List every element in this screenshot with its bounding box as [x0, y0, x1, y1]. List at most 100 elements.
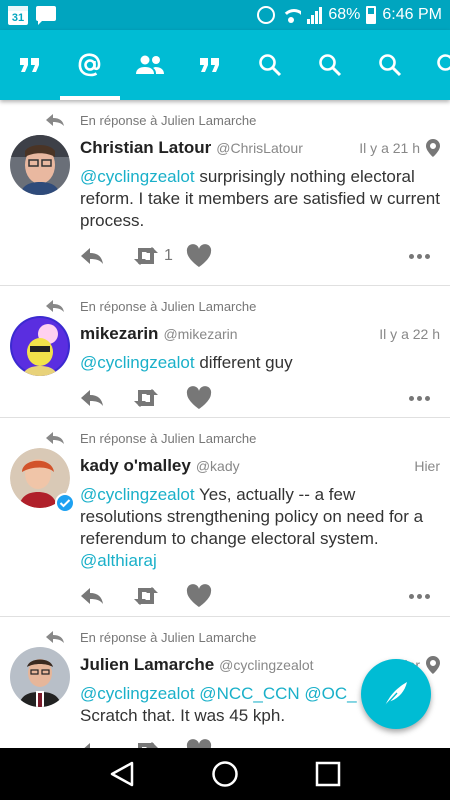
- more-icon: [409, 593, 430, 599]
- retweet-icon: [134, 389, 158, 407]
- timestamp: Il y a 22 h: [379, 326, 440, 342]
- people-icon: [136, 55, 164, 74]
- avatar[interactable]: [10, 316, 70, 376]
- home-icon: [212, 761, 238, 787]
- tweet-text: @cyclingzealot Yes, actually -- a few re…: [80, 484, 440, 572]
- location-pin-icon[interactable]: [426, 656, 440, 674]
- author-handle[interactable]: @kady: [196, 458, 240, 474]
- retweet-icon: [138, 742, 158, 748]
- timestamp-text: Il y a 22 h: [379, 326, 440, 342]
- battery-icon: [366, 6, 377, 24]
- retweet-button[interactable]: [132, 586, 182, 606]
- location-pin-icon[interactable]: [426, 139, 440, 157]
- back-button[interactable]: [102, 754, 142, 794]
- tab-search-2[interactable]: [300, 30, 360, 100]
- author-name[interactable]: Christian Latour: [80, 138, 211, 158]
- tweet-actions: [80, 378, 440, 418]
- battery-percent: 68%: [328, 6, 361, 23]
- heart-icon: [186, 584, 212, 607]
- reply-context-text: En réponse à Julien Lamarche: [80, 112, 257, 128]
- reply-icon: [81, 248, 103, 264]
- author-name[interactable]: kady o'malley: [80, 456, 191, 476]
- more-options-button[interactable]: [409, 593, 430, 599]
- quote-icon: [200, 58, 219, 72]
- like-button[interactable]: [186, 584, 212, 608]
- reply-button[interactable]: [80, 389, 116, 407]
- retweet-button[interactable]: [132, 388, 182, 408]
- chat-icon: [36, 6, 56, 25]
- tweet[interactable]: En réponse à Julien Lamarche mikezarin @…: [0, 286, 450, 418]
- author-handle[interactable]: @mikezarin: [163, 326, 237, 342]
- tab-search-1[interactable]: [240, 30, 300, 100]
- reply-icon: [46, 631, 64, 643]
- back-icon: [110, 761, 133, 787]
- at-icon: [78, 53, 101, 77]
- quote-icon: [20, 58, 39, 72]
- reply-icon: [81, 588, 103, 604]
- reply-button[interactable]: [80, 587, 116, 605]
- tab-search-3[interactable]: [360, 30, 420, 100]
- timeline[interactable]: En réponse à Julien Lamarche Christian L…: [0, 100, 450, 748]
- author-handle[interactable]: @cyclingzealot: [219, 657, 313, 673]
- calendar-icon: 31: [8, 5, 28, 25]
- reply-button[interactable]: [80, 247, 116, 265]
- avatar-photo: [10, 316, 70, 376]
- reply-context-text: En réponse à Julien Lamarche: [80, 298, 257, 314]
- reply-context: En réponse à Julien Lamarche: [45, 298, 440, 314]
- timestamp-text: Hier: [414, 458, 440, 474]
- retweet-button[interactable]: [132, 741, 182, 748]
- like-button[interactable]: [186, 244, 212, 268]
- retweet-button[interactable]: 1: [132, 246, 182, 266]
- more-options-button[interactable]: [409, 253, 430, 259]
- heart-icon: [186, 739, 212, 748]
- reply-icon: [46, 114, 64, 126]
- verified-badge-icon: [55, 493, 75, 513]
- retweet-icon: [134, 587, 158, 605]
- reply-icon: [81, 390, 103, 406]
- home-button[interactable]: [205, 754, 245, 794]
- avatar[interactable]: [10, 647, 70, 707]
- tab-quote[interactable]: [0, 30, 60, 100]
- tab-bar: [0, 30, 450, 100]
- like-button[interactable]: [186, 386, 212, 410]
- reply-context-text: En réponse à Julien Lamarche: [80, 629, 257, 645]
- tweet-body: Scratch that. It was 45 kph.: [80, 706, 286, 725]
- avatar-photo: [10, 647, 70, 707]
- tweet-text: @cyclingzealot surprisingly nothing elec…: [80, 166, 440, 232]
- like-button[interactable]: [186, 739, 212, 748]
- author-handle[interactable]: @ChrisLatour: [216, 140, 303, 156]
- tab-mentions[interactable]: [60, 30, 120, 100]
- clock: 6:46 PM: [382, 6, 442, 23]
- tab-search-4[interactable]: [420, 30, 450, 100]
- avatar[interactable]: [10, 135, 70, 195]
- reply-icon: [46, 300, 64, 312]
- more-icon: [409, 253, 430, 259]
- author-name[interactable]: mikezarin: [80, 324, 158, 344]
- avatar[interactable]: [10, 448, 75, 513]
- timestamp: Il y a 21 h: [359, 139, 440, 157]
- feather-compose-icon: [384, 682, 407, 707]
- calendar-day: 31: [11, 11, 25, 24]
- tweet[interactable]: En réponse à Julien Lamarche kady o'mall…: [0, 418, 450, 617]
- mention-link[interactable]: @cyclingzealot: [80, 167, 195, 186]
- author-name[interactable]: Julien Lamarche: [80, 655, 214, 675]
- tweet-body: different guy: [194, 353, 293, 372]
- more-options-button[interactable]: [409, 395, 430, 401]
- tab-people[interactable]: [120, 30, 180, 100]
- compose-tweet-button[interactable]: [361, 659, 431, 729]
- tweet[interactable]: En réponse à Julien Lamarche Christian L…: [0, 100, 450, 286]
- recents-button[interactable]: [308, 754, 348, 794]
- mention-link[interactable]: @cyclingzealot: [80, 485, 195, 504]
- wifi-icon: [281, 7, 302, 23]
- mention-link[interactable]: @cyclingzealot: [80, 353, 195, 372]
- mention-link[interactable]: @althiaraj: [80, 551, 157, 570]
- reply-context-text: En réponse à Julien Lamarche: [80, 430, 257, 446]
- status-bar: 31 68% 6:46 PM: [0, 0, 450, 30]
- search-icon: [319, 54, 342, 77]
- timestamp: Hier: [414, 458, 440, 474]
- mention-link[interactable]: @cyclingzealot @NCC_CCN @OC_: [80, 684, 357, 703]
- avatar-photo: [10, 135, 70, 195]
- tab-quote-2[interactable]: [180, 30, 240, 100]
- search-icon: [379, 54, 402, 77]
- retweet-count: 1: [164, 247, 173, 264]
